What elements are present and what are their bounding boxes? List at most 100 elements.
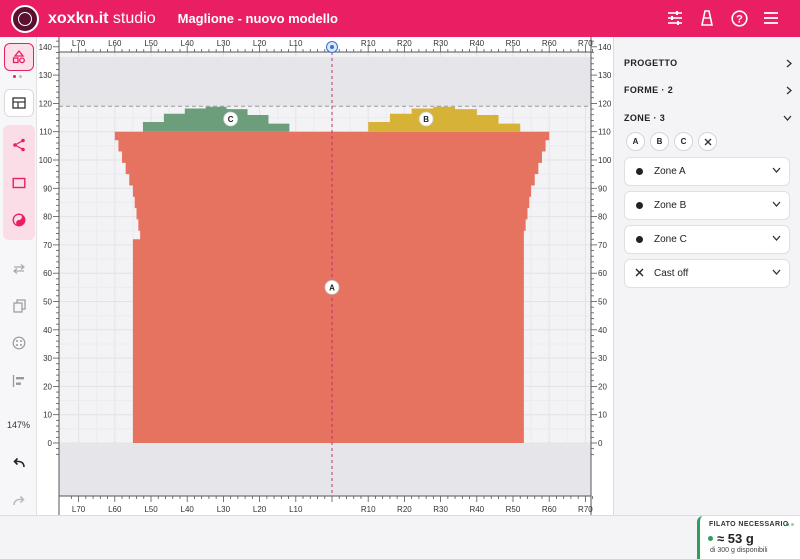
x-tick-label: L70 xyxy=(72,39,86,48)
menu-icon[interactable] xyxy=(762,9,780,27)
help-icon[interactable]: ? xyxy=(730,9,748,27)
section-zone[interactable]: ZONE · 3 xyxy=(624,113,792,123)
zone-chip-b[interactable]: B xyxy=(650,132,669,151)
y-tick-label: 30 xyxy=(598,354,607,363)
zone-dot-icon xyxy=(636,236,643,243)
chevron-down-icon xyxy=(772,167,781,173)
chevron-right-icon xyxy=(786,86,792,94)
align-left-icon[interactable] xyxy=(4,367,34,395)
shaded-band-top xyxy=(59,57,591,107)
x-tick-label: R60 xyxy=(542,505,557,514)
zoom-level[interactable]: 147% xyxy=(0,420,37,430)
y-tick-label: 20 xyxy=(598,382,607,391)
design-canvas[interactable]: L70 L70 L60 L60 L50 L50 L40 L40 L30 L30 L20 L20 L10 L… xyxy=(37,37,613,515)
x-tick-label: L30 xyxy=(217,505,231,514)
y-tick-label: 140 xyxy=(598,43,612,52)
x-tick-label: L60 xyxy=(108,39,122,48)
zone-b-card[interactable]: Zone B xyxy=(624,191,790,220)
undo-icon[interactable] xyxy=(4,449,34,477)
zone-chip-a[interactable]: A xyxy=(626,132,645,151)
copy-icon[interactable] xyxy=(4,292,34,320)
chevron-down-icon xyxy=(772,269,781,275)
x-tick-label: R20 xyxy=(397,39,412,48)
x-tick-label: R30 xyxy=(433,39,448,48)
sliders-icon[interactable] xyxy=(666,9,684,27)
redo-icon[interactable] xyxy=(4,487,34,515)
y-tick-label: 10 xyxy=(43,411,52,420)
section-progetto[interactable]: PROGETTO xyxy=(624,58,792,68)
yarn-needed-card: FILATO NECESSARIO ≈ 53 g di 300 g dispon… xyxy=(697,516,800,559)
zone-a-label: Zone A xyxy=(654,166,686,177)
zone-a-card[interactable]: Zone A xyxy=(624,157,790,186)
project-title[interactable]: Maglione - nuovo modello xyxy=(178,11,338,26)
swap-icon[interactable] xyxy=(4,255,34,283)
y-tick-label: 40 xyxy=(598,326,607,335)
zone-badge-c: C xyxy=(223,111,239,127)
share-nodes-icon[interactable] xyxy=(4,131,34,159)
y-tick-label: 70 xyxy=(598,241,607,250)
zone-badge-a: A xyxy=(324,279,340,295)
y-tick-label: 100 xyxy=(39,156,53,165)
y-tick-label: 130 xyxy=(598,71,612,80)
layout-icon[interactable] xyxy=(4,89,34,117)
x-tick-label: R70 xyxy=(578,505,593,514)
status-dot-icon xyxy=(708,536,713,541)
y-tick-label: 70 xyxy=(43,241,52,250)
dots-circle-icon[interactable] xyxy=(4,329,34,357)
brand-name: xoxkn.it studio xyxy=(48,9,156,27)
center-target-icon xyxy=(326,41,338,53)
rectangle-icon[interactable] xyxy=(4,169,34,197)
x-tick-label: R30 xyxy=(433,505,448,514)
y-tick-label: 50 xyxy=(43,298,52,307)
y-tick-label: 130 xyxy=(39,71,53,80)
zone-chips: A B C xyxy=(626,132,717,151)
x-tick-label: R40 xyxy=(469,505,484,514)
x-tick-label: R70 xyxy=(578,39,593,48)
chevron-down-icon xyxy=(772,235,781,241)
y-tick-label: 140 xyxy=(39,43,53,52)
x-tick-label: L70 xyxy=(72,505,86,514)
y-tick-label: 40 xyxy=(43,326,52,335)
y-tick-label: 80 xyxy=(598,213,607,222)
y-tick-label: 30 xyxy=(43,354,52,363)
x-tick-label: L40 xyxy=(181,505,195,514)
section-forme[interactable]: FORME · 2 xyxy=(624,85,792,95)
x-tick-label: R10 xyxy=(361,39,376,48)
chevron-down-icon xyxy=(772,201,781,207)
x-tick-label: R20 xyxy=(397,505,412,514)
y-tick-label: 0 xyxy=(598,439,603,448)
svg-text:?: ? xyxy=(736,13,743,25)
x-tick-label: L20 xyxy=(253,505,267,514)
y-tick-label: 110 xyxy=(598,128,611,137)
zone-c-card[interactable]: Zone C xyxy=(624,225,790,254)
svg-text:B: B xyxy=(423,115,429,124)
y-tick-label: 0 xyxy=(48,439,53,448)
zone-dot-icon xyxy=(636,168,643,175)
yin-yang-icon[interactable] xyxy=(4,206,34,234)
y-tick-label: 50 xyxy=(598,298,607,307)
zone-dot-icon xyxy=(636,202,643,209)
zone-b-label: Zone B xyxy=(654,200,687,211)
y-tick-label: 20 xyxy=(43,382,52,391)
y-tick-label: 110 xyxy=(39,128,52,137)
close-icon xyxy=(635,268,644,280)
close-icon[interactable] xyxy=(698,132,717,151)
svg-text:C: C xyxy=(228,115,234,124)
right-panel: PROGETTO FORME · 2 ZONE · 3 A B C Zone A… xyxy=(613,37,800,515)
bottom-bar: FILATO NECESSARIO ≈ 53 g di 300 g dispon… xyxy=(0,515,800,559)
canvas-svg[interactable]: L70 L70 L60 L60 L50 L50 L40 L40 L30 L30 L20 L20 L10 L… xyxy=(37,37,613,515)
y-tick-label: 90 xyxy=(43,184,52,193)
x-tick-label: R10 xyxy=(361,505,376,514)
x-tick-label: L10 xyxy=(289,39,303,48)
y-tick-label: 120 xyxy=(598,99,612,108)
chevron-down-icon xyxy=(783,115,792,121)
cone-icon[interactable] xyxy=(698,9,716,27)
zone-chip-c[interactable]: C xyxy=(674,132,693,151)
svg-text:A: A xyxy=(329,283,335,292)
app-logo[interactable] xyxy=(11,4,39,33)
cast-off-card[interactable]: Cast off xyxy=(624,259,790,288)
y-tick-label: 10 xyxy=(598,411,607,420)
x-tick-label: R40 xyxy=(469,39,484,48)
x-tick-label: L50 xyxy=(144,39,158,48)
shapes-icon[interactable] xyxy=(4,43,34,71)
